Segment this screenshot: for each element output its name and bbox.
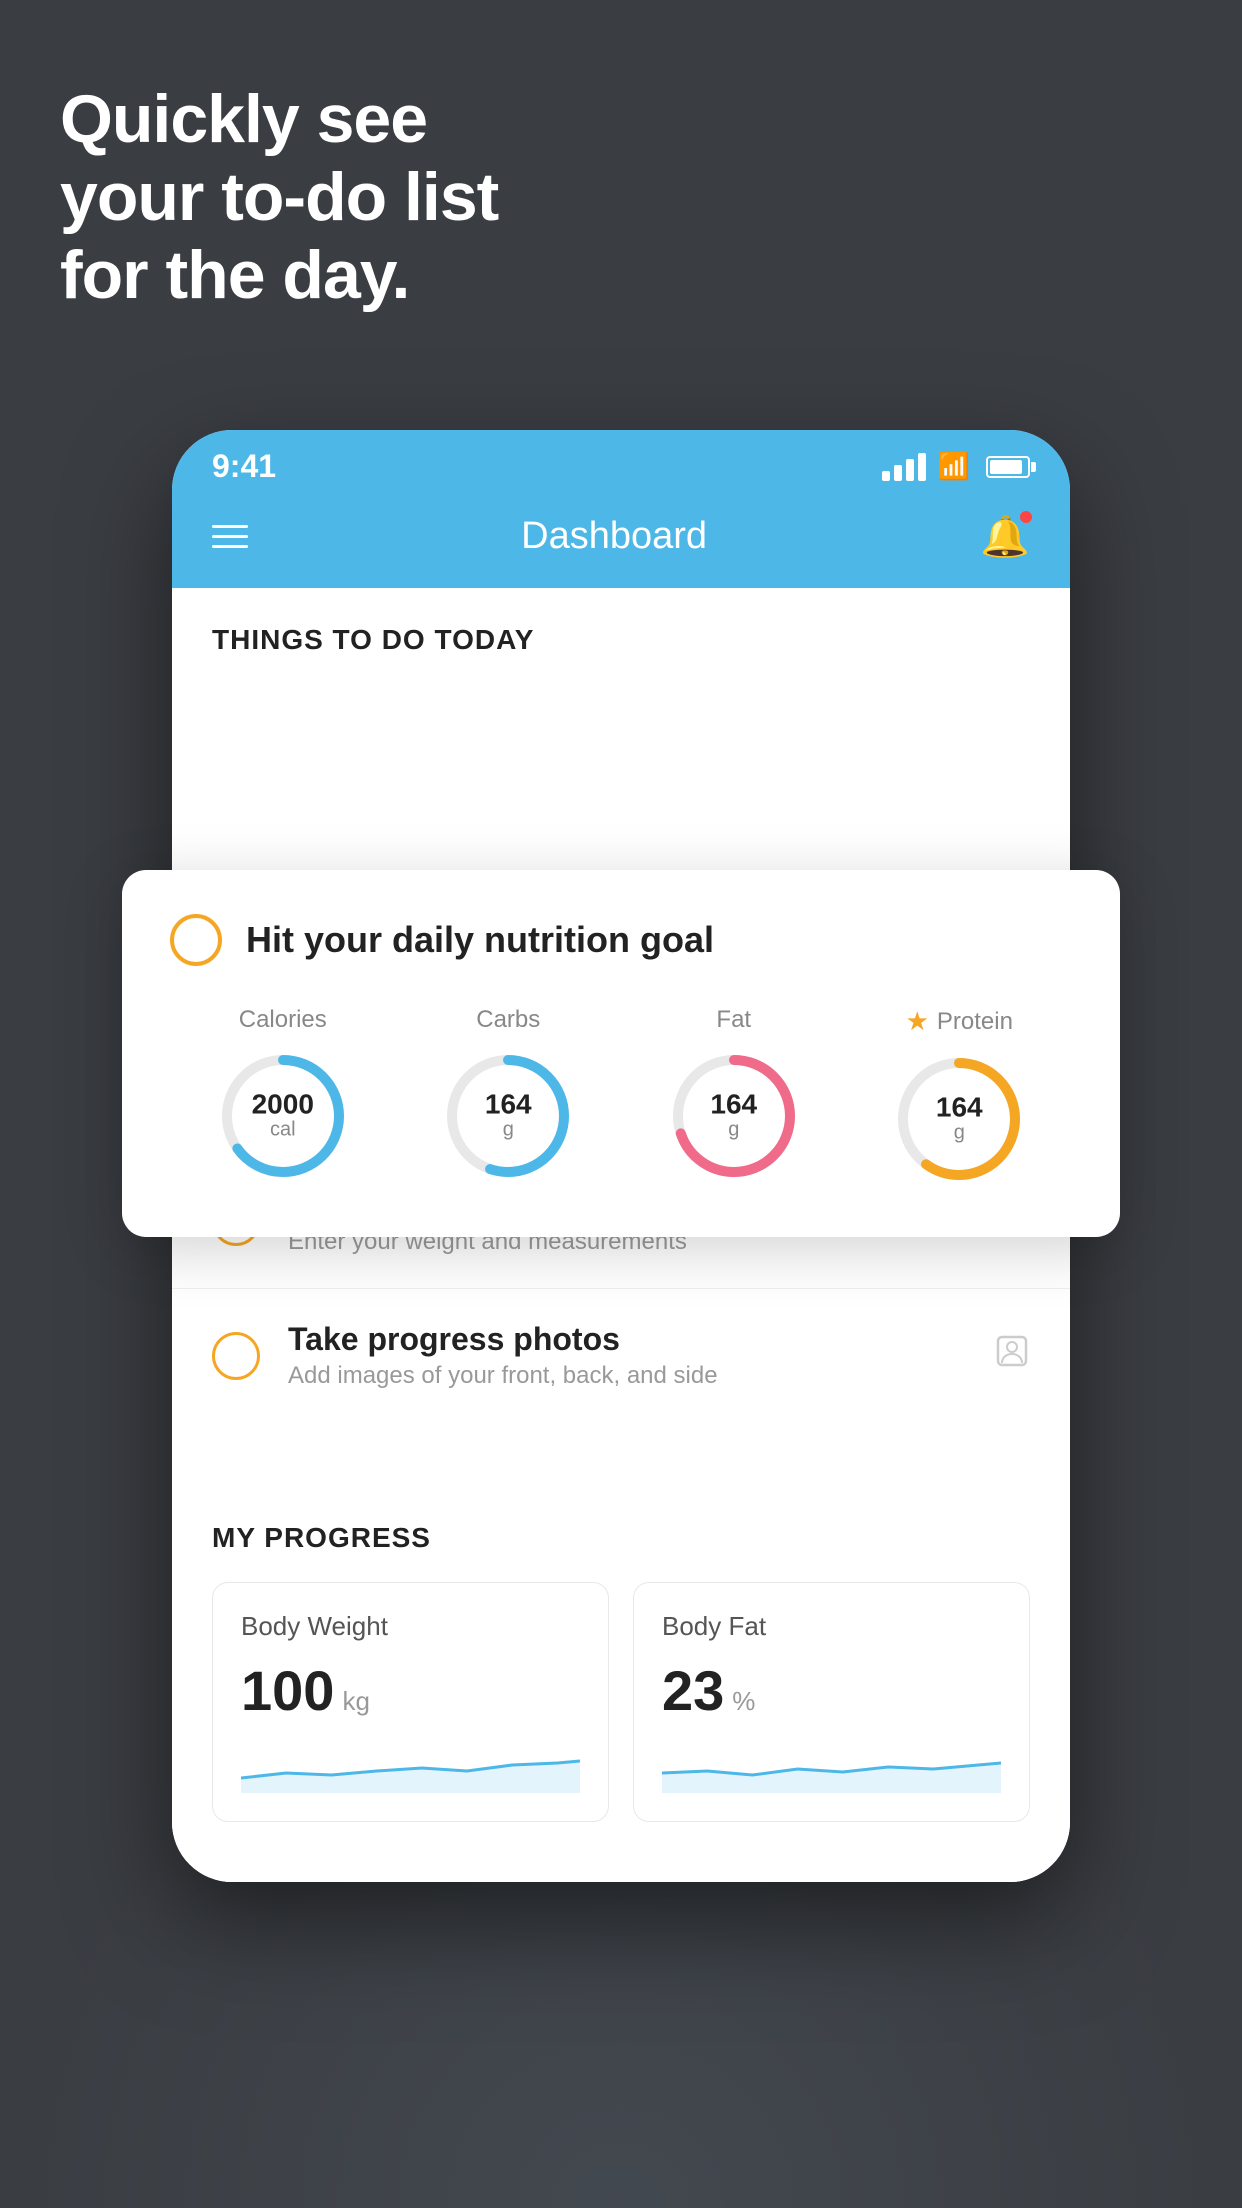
nutrition-goals: Calories 2000 cal Carbs: [170, 1006, 1072, 1189]
battery-icon: [986, 456, 1030, 478]
fat-label: Fat: [716, 1006, 751, 1034]
goal-calories: Calories 2000 cal: [213, 1006, 353, 1186]
status-bar: 9:41 📶: [172, 430, 1070, 495]
goal-protein: ★ Protein 164 g: [889, 1006, 1029, 1189]
body-weight-value-row: 100 kg: [241, 1658, 580, 1723]
progress-title: MY PROGRESS: [212, 1522, 1030, 1554]
protein-label: Protein: [937, 1008, 1013, 1036]
body-fat-label: Body Fat: [662, 1611, 1001, 1642]
carbs-label: Carbs: [476, 1006, 540, 1034]
body-fat-value: 23: [662, 1658, 724, 1723]
hero-text: Quickly see your to-do list for the day.: [60, 80, 498, 315]
header-title: Dashboard: [521, 515, 707, 558]
notification-dot: [1018, 509, 1034, 525]
card-title-row: Hit your daily nutrition goal: [170, 914, 1072, 966]
carbs-unit: g: [485, 1119, 532, 1142]
hero-line3: for the day.: [60, 236, 498, 314]
protein-value: 164: [936, 1094, 983, 1122]
body-weight-unit: kg: [342, 1686, 369, 1717]
app-header: Dashboard 🔔: [172, 495, 1070, 588]
progress-cards: Body Weight 100 kg Body Fat: [212, 1582, 1030, 1822]
body-weight-label: Body Weight: [241, 1611, 580, 1642]
wifi-icon: 📶: [938, 451, 970, 482]
todo-sub-photos: Add images of your front, back, and side: [288, 1362, 966, 1390]
calories-donut: 2000 cal: [213, 1046, 353, 1186]
hero-line2: your to-do list: [60, 158, 498, 236]
body-weight-card: Body Weight 100 kg: [212, 1582, 609, 1822]
protein-unit: g: [936, 1122, 983, 1145]
hamburger-menu[interactable]: [212, 525, 248, 548]
calories-label: Calories: [239, 1006, 327, 1034]
todo-item-photos[interactable]: Take progress photos Add images of your …: [172, 1288, 1070, 1422]
hero-line1: Quickly see: [60, 80, 498, 158]
body-weight-value: 100: [241, 1658, 334, 1723]
body-fat-card: Body Fat 23 %: [633, 1582, 1030, 1822]
status-icons: 📶: [882, 451, 1030, 482]
fat-unit: g: [710, 1119, 757, 1142]
body-fat-value-row: 23 %: [662, 1658, 1001, 1723]
signal-icon: [882, 453, 926, 481]
todo-title-photos: Take progress photos: [288, 1321, 966, 1358]
person-icon: [994, 1333, 1030, 1378]
body-weight-chart: [241, 1743, 580, 1793]
fat-donut: 164 g: [664, 1046, 804, 1186]
card-title: Hit your daily nutrition goal: [246, 919, 714, 961]
fat-value: 164: [710, 1091, 757, 1119]
notification-bell-wrapper[interactable]: 🔔: [980, 513, 1030, 560]
bottom-padding: [172, 1822, 1070, 1882]
goal-carbs: Carbs 164 g: [438, 1006, 578, 1186]
body-fat-chart: [662, 1743, 1001, 1793]
calories-unit: cal: [252, 1119, 314, 1142]
gap-spacer: [172, 1422, 1070, 1482]
nutrition-goal-card: Hit your daily nutrition goal Calories 2…: [122, 870, 1120, 1237]
todo-text-photos: Take progress photos Add images of your …: [288, 1321, 966, 1390]
carbs-donut: 164 g: [438, 1046, 578, 1186]
body-fat-unit: %: [732, 1686, 755, 1717]
goal-fat: Fat 164 g: [664, 1006, 804, 1186]
calories-value: 2000: [252, 1091, 314, 1119]
progress-section: MY PROGRESS Body Weight 100 kg: [172, 1482, 1070, 1822]
section-header: THINGS TO DO TODAY: [172, 588, 1070, 680]
card-circle-check: [170, 914, 222, 966]
carbs-value: 164: [485, 1091, 532, 1119]
protein-label-row: ★ Protein: [906, 1006, 1013, 1037]
protein-star-icon: ★: [906, 1006, 929, 1037]
things-to-do-title: THINGS TO DO TODAY: [212, 624, 534, 655]
todo-circle-photos: [212, 1332, 260, 1380]
protein-donut: 164 g: [889, 1049, 1029, 1189]
status-time: 9:41: [212, 448, 276, 485]
